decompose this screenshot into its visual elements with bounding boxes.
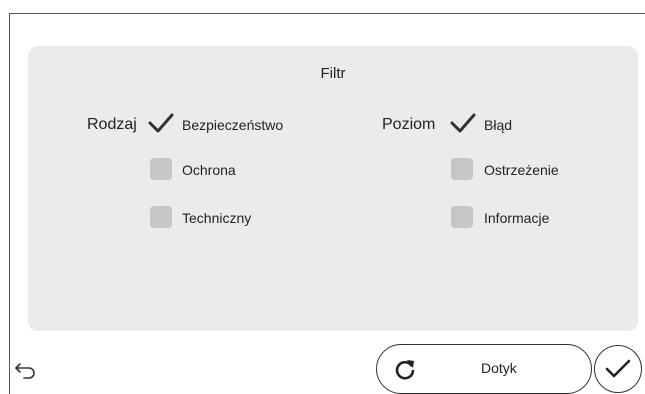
option-label-type-2[interactable]: Techniczny xyxy=(182,210,251,226)
option-label-level-1[interactable]: Ostrzeżenie xyxy=(484,162,559,178)
touch-button-label: Dotyk xyxy=(481,360,517,376)
checkbox-type-2[interactable] xyxy=(150,206,172,228)
option-label-level-2[interactable]: Informacje xyxy=(484,210,549,226)
touch-button[interactable]: Dotyk xyxy=(376,344,592,394)
check-icon xyxy=(450,113,476,133)
checkbox-level-0[interactable] xyxy=(450,112,476,134)
back-button[interactable] xyxy=(14,362,38,380)
option-label-type-1[interactable]: Ochrona xyxy=(182,162,236,178)
type-group-label: Rodzaj xyxy=(87,116,137,133)
frame-left-border xyxy=(9,13,10,394)
option-label-type-0[interactable]: Bezpieczeństwo xyxy=(182,117,283,133)
checkbox-type-1[interactable] xyxy=(150,158,172,180)
confirm-button[interactable] xyxy=(594,345,642,393)
filter-panel: Filtr Rodzaj Bezpieczeństwo Ochrona Tech… xyxy=(28,46,638,331)
back-arrow-icon xyxy=(15,363,35,379)
refresh-icon xyxy=(395,360,415,380)
option-label-level-0[interactable]: Błąd xyxy=(484,117,512,133)
panel-title: Filtr xyxy=(320,65,346,82)
check-icon xyxy=(148,113,174,133)
level-group-label: Poziom xyxy=(382,116,436,133)
checkbox-type-0[interactable] xyxy=(148,112,174,134)
checkbox-level-2[interactable] xyxy=(451,206,473,228)
frame-top-border xyxy=(9,13,645,14)
checkbox-level-1[interactable] xyxy=(451,158,473,180)
check-icon xyxy=(605,359,631,378)
